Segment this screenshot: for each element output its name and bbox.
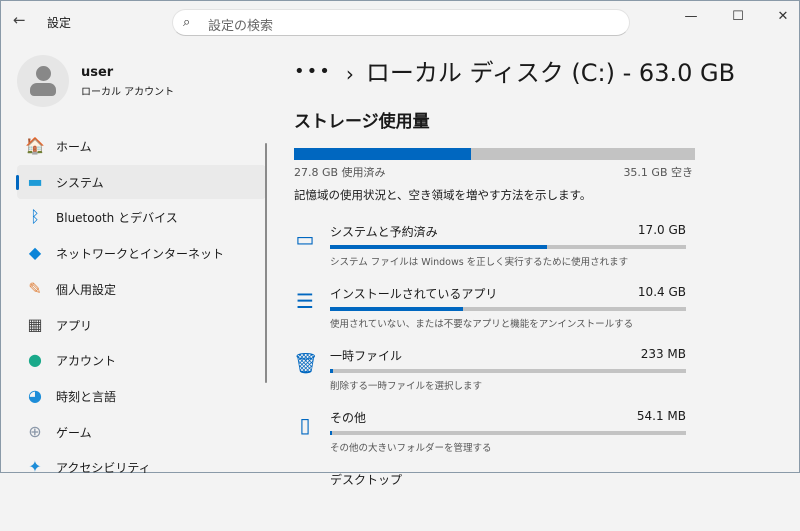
- selected-indicator: [16, 174, 19, 190]
- sidebar-item-label: ホーム: [56, 140, 92, 154]
- sidebar-item[interactable]: ▦ アプリ: [17, 308, 266, 342]
- back-button[interactable]: ←: [13, 11, 26, 29]
- category-name: インストールされているアプリ: [330, 287, 498, 301]
- category-name: システムと予約済み: [330, 225, 438, 239]
- sidebar-item[interactable]: ◕ 時刻と言語: [17, 379, 266, 413]
- nav-icon: 🏠: [25, 136, 45, 155]
- nav-icon: ▦: [27, 314, 43, 334]
- category-usage-bar: [330, 307, 686, 311]
- sidebar-item-label: アプリ: [56, 318, 93, 333]
- storage-usage-bar: [294, 148, 695, 160]
- maximize-button[interactable]: ☐: [723, 9, 753, 29]
- sidebar-item-label: Bluetooth とデバイス: [56, 211, 178, 226]
- sidebar-item[interactable]: ⊕ ゲーム: [17, 415, 266, 449]
- sidebar-item-label: アクセシビリティ: [56, 461, 151, 476]
- category-usage-bar: [330, 431, 686, 435]
- category-icon: ☰: [296, 289, 314, 313]
- category-name: デスクトップ: [330, 473, 403, 487]
- category-size: 233 MB: [640, 347, 686, 361]
- sidebar-item[interactable]: 🏠 ホーム: [17, 129, 266, 163]
- app-title: 設定: [47, 16, 72, 30]
- used-label: 27.8 GB 使用済み: [294, 166, 386, 179]
- user-name: user: [81, 65, 114, 80]
- sidebar-item-label: ネットワークとインターネット: [56, 247, 225, 262]
- storage-category[interactable]: デスクトップ: [291, 471, 691, 531]
- minimize-button[interactable]: —: [676, 9, 706, 29]
- account-type: ローカル アカウント: [81, 87, 175, 98]
- category-description: 使用されていない、または不要なアプリと機能をアンインストールする: [330, 319, 634, 330]
- avatar[interactable]: [17, 55, 69, 107]
- sidebar-item-label: 時刻と言語: [56, 389, 117, 404]
- category-name: その他: [330, 411, 367, 425]
- breadcrumb: ••• › ローカル ディスク (C:) - 63.0 GB: [294, 53, 735, 88]
- nav-icon: ◕: [28, 385, 42, 405]
- sidebar-item[interactable]: ✎ 個人用設定: [17, 272, 266, 306]
- breadcrumb-more-button[interactable]: •••: [294, 61, 332, 82]
- storage-category[interactable]: ☰ インストールされているアプリ 10.4 GB 使用されていない、または不要なアプリ…: [291, 285, 691, 345]
- category-usage-bar: [330, 245, 686, 249]
- sidebar-item-label: ゲーム: [56, 425, 92, 440]
- category-description: 削除する一時ファイルを選択します: [330, 381, 483, 392]
- nav-icon: ●: [28, 350, 42, 370]
- nav-icon: ✦: [28, 457, 42, 477]
- sidebar-item[interactable]: ▬ システム: [16, 164, 266, 199]
- sidebar-item-label: 個人用設定: [56, 282, 117, 297]
- sidebar-scrollbar[interactable]: [265, 143, 267, 383]
- sidebar-item[interactable]: ◆ ネットワークとインターネット: [17, 236, 266, 270]
- storage-category[interactable]: ▯ その他 54.1 MB その他の大きいフォルダーを管理する: [291, 409, 691, 469]
- sidebar-item[interactable]: ᛒ Bluetooth とデバイス: [17, 200, 266, 234]
- search-input[interactable]: ⌕ 設定の検索: [172, 9, 630, 36]
- category-usage-bar: [330, 369, 686, 373]
- nav-icon: ◆: [28, 243, 42, 263]
- category-size: 54.1 MB: [636, 409, 686, 423]
- category-description: その他の大きいフォルダーを管理する: [330, 443, 492, 454]
- search-placeholder: 設定の検索: [208, 19, 274, 34]
- sidebar-item-label: システム: [56, 175, 104, 190]
- sidebar-item[interactable]: ● アカウント: [17, 343, 266, 377]
- category-name: 一時ファイル: [330, 349, 403, 363]
- storage-category[interactable]: ▭ システムと予約済み 17.0 GB システム ファイルは Windows を正しく…: [291, 223, 691, 283]
- nav-icon: ✎: [28, 278, 42, 298]
- search-icon: ⌕: [183, 15, 191, 30]
- close-button[interactable]: ✕: [768, 9, 798, 29]
- category-icon: ▯: [299, 413, 311, 437]
- category-icon: [293, 475, 317, 499]
- category-size: 10.4 GB: [637, 285, 686, 299]
- page-title: ローカル ディスク (C:) - 63.0 GB: [365, 59, 736, 87]
- free-label: 35.1 GB 空き: [623, 166, 693, 179]
- nav-icon: ▬: [27, 171, 43, 191]
- nav-icon: ⊕: [28, 421, 42, 441]
- chevron-right-icon: ›: [345, 62, 354, 86]
- nav-icon: ᛒ: [30, 207, 40, 227]
- storage-description: 記憶域の使用状況と、空き領域を増やす方法を示します。: [294, 188, 592, 202]
- storage-category[interactable]: 🗑 一時ファイル 233 MB 削除する一時ファイルを選択します: [291, 347, 691, 407]
- category-description: システム ファイルは Windows を正しく実行するために使用されます: [330, 257, 629, 268]
- category-icon: ▭: [295, 227, 315, 251]
- category-size: 17.0 GB: [637, 223, 686, 237]
- sidebar-item[interactable]: ✦ アクセシビリティ: [17, 450, 266, 484]
- sidebar-item-label: アカウント: [56, 354, 117, 369]
- section-title: ストレージ使用量: [294, 112, 430, 132]
- category-icon: 🗑: [293, 351, 319, 375]
